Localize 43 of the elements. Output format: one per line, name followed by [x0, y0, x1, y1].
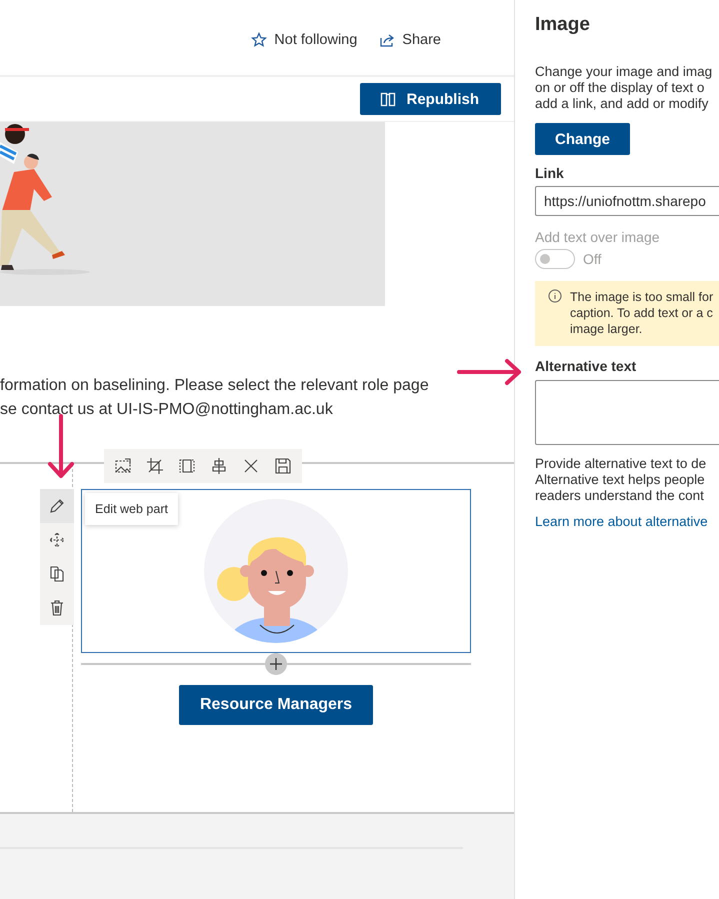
help-text-line: readers understand the cont [535, 488, 705, 504]
toggle-state-label: Off [583, 251, 602, 267]
down-arrow [46, 414, 76, 480]
panel-title: Image [535, 14, 591, 36]
edit-button[interactable] [40, 489, 74, 523]
follow-button[interactable]: Not following [251, 32, 358, 48]
copy-icon [48, 565, 66, 583]
republish-button[interactable]: Republish [360, 83, 501, 115]
aspect-ratio-icon[interactable] [178, 457, 196, 475]
move-icon [48, 531, 66, 549]
crop-icon[interactable] [146, 457, 164, 475]
notice-text-line: image larger. [570, 321, 644, 337]
add-section-button[interactable] [265, 653, 287, 675]
info-icon [548, 289, 562, 303]
trash-icon [48, 599, 66, 617]
share-button[interactable]: Share [379, 32, 441, 48]
body-text-line: formation on baselining. Please select the relevant role page [0, 376, 430, 396]
close-icon[interactable] [242, 457, 260, 475]
book-icon [380, 91, 396, 107]
description-line: on or off the display of text o [535, 80, 706, 96]
tooltip: Edit web part [85, 493, 178, 525]
link-field[interactable]: https://uniofnottm.sharepo [535, 186, 719, 216]
alt-text-field[interactable] [535, 380, 719, 445]
star-icon [251, 32, 268, 48]
resize-image-icon[interactable] [114, 457, 132, 475]
pencil-icon [48, 497, 66, 515]
align-center-icon[interactable] [210, 457, 228, 475]
link-label: Link [535, 165, 565, 181]
save-icon[interactable] [274, 457, 292, 475]
body-text-line: se contact us at UI-IS-PMO@nottingham.ac.uk [0, 400, 334, 420]
change-button[interactable]: Change [535, 123, 630, 155]
learn-more-link[interactable]: Learn more about alternative [535, 514, 719, 529]
share-icon [379, 32, 396, 48]
description-line: Change your image and imag [535, 64, 714, 80]
plus-icon [269, 657, 283, 671]
overlay-label: Add text over image [535, 229, 661, 245]
help-text-line: Alternative text helps people [535, 472, 706, 488]
notice-text-line: caption. To add text or a c [570, 305, 714, 321]
description-line: add a link, and add or modify [535, 96, 710, 112]
alt-text-label: Alternative text [535, 358, 638, 374]
notice-text-line: The image is too small for [570, 289, 714, 305]
help-text-line: Provide alternative text to de [535, 456, 708, 472]
role-page-button[interactable]: Resource Managers [178, 685, 374, 725]
